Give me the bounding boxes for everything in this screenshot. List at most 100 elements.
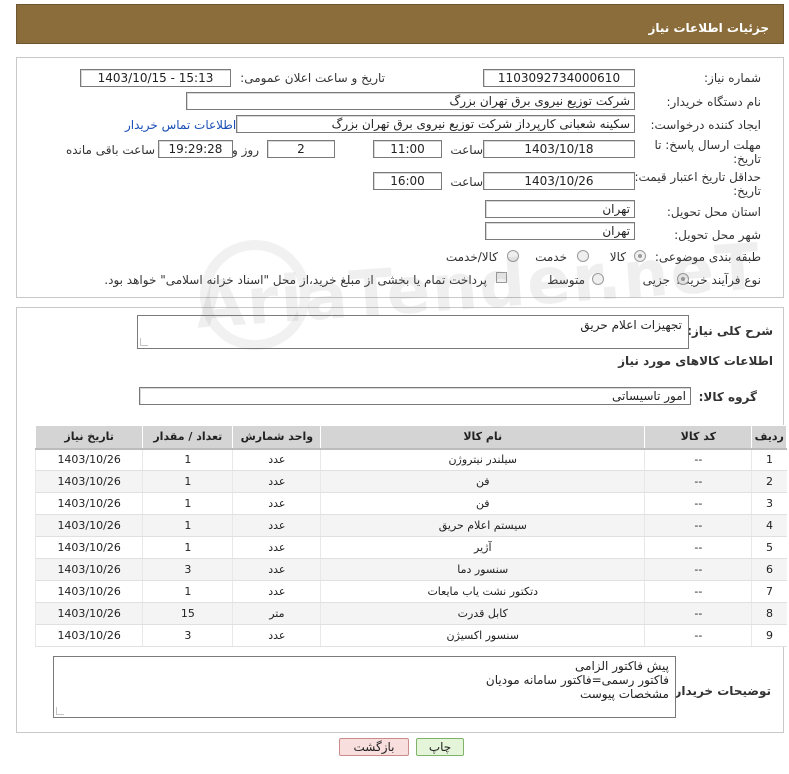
category-option-goods: کالا bbox=[609, 250, 626, 264]
category-option-goods-service: کالا/خدمت bbox=[445, 250, 498, 264]
cell-code: -- bbox=[644, 602, 752, 625]
requester-label: ایجاد کننده درخواست: bbox=[650, 118, 761, 132]
buyer-contact-link[interactable]: اطلاعات تماس خریدار bbox=[125, 118, 236, 132]
need-info-panel: شماره نیاز: 1103092734000610 تاریخ و ساع… bbox=[16, 57, 784, 298]
table-row: 1 -- سیلندر نیتروژن عدد 1 1403/10/26 bbox=[34, 448, 787, 471]
resize-grip-icon[interactable] bbox=[56, 707, 64, 715]
summary-text: تجهیزات اعلام حریق bbox=[580, 318, 682, 332]
process-option-partial: جزیی bbox=[642, 273, 670, 287]
cell-quantity: 1 bbox=[142, 470, 233, 493]
col-quantity: تعداد / مقدار bbox=[142, 425, 234, 450]
days-label: روز و bbox=[232, 143, 259, 157]
cell-quantity: 1 bbox=[142, 448, 233, 471]
table-row: 5 -- آژیر عدد 1 1403/10/26 bbox=[34, 536, 787, 559]
cell-unit: عدد bbox=[232, 624, 321, 647]
process-option-medium: متوسط bbox=[547, 273, 585, 287]
table-row: 7 -- دتکتور نشت یاب مایعات عدد 1 1403/10… bbox=[34, 580, 787, 603]
reply-time-field: 11:00 bbox=[373, 140, 442, 158]
cell-name: فن bbox=[320, 492, 645, 515]
cell-date: 1403/10/26 bbox=[34, 558, 143, 581]
cell-unit: متر bbox=[232, 602, 321, 625]
table-row: 6 -- سنسور دما عدد 3 1403/10/26 bbox=[34, 558, 787, 581]
reply-time-label: ساعت bbox=[450, 143, 483, 157]
cell-code: -- bbox=[644, 536, 752, 559]
cell-code: -- bbox=[644, 492, 752, 515]
cell-unit: عدد bbox=[232, 470, 321, 493]
cell-row: 9 bbox=[751, 624, 787, 647]
need-number-field: 1103092734000610 bbox=[483, 69, 635, 87]
requester-field: سکینه شعبانی کارپرداز شرکت توزیع نیروی ب… bbox=[236, 115, 635, 133]
back-button[interactable]: بازگشت bbox=[339, 738, 409, 756]
col-row: ردیف bbox=[751, 425, 787, 450]
category-radio-goods[interactable] bbox=[634, 250, 646, 262]
col-name: نام کالا bbox=[320, 425, 646, 450]
cell-row: 4 bbox=[751, 514, 787, 537]
category-radio-service[interactable] bbox=[577, 250, 589, 262]
cell-quantity: 1 bbox=[142, 492, 233, 515]
buyer-org-field: شرکت توزیع نیروی برق تهران بزرگ bbox=[186, 92, 635, 110]
items-heading: اطلاعات کالاهای مورد نیاز bbox=[618, 354, 773, 368]
announce-label: تاریخ و ساعت اعلان عمومی: bbox=[240, 71, 385, 85]
cell-name: سیلندر نیتروژن bbox=[320, 448, 645, 471]
cell-name: دتکتور نشت یاب مایعات bbox=[320, 580, 645, 603]
payment-note: پرداخت تمام یا بخشی از مبلغ خرید،از محل … bbox=[104, 273, 487, 287]
col-date: تاریخ نیاز bbox=[34, 425, 144, 450]
buyer-notes-line: فاکتور رسمی=فاکتور سامانه مودیان bbox=[485, 673, 669, 687]
cell-quantity: 1 bbox=[142, 536, 233, 559]
city-label: شهر محل تحویل: bbox=[674, 228, 761, 242]
cell-row: 1 bbox=[751, 448, 787, 471]
col-code: کد کالا bbox=[644, 425, 753, 450]
buyer-org-label: نام دستگاه خریدار: bbox=[666, 95, 762, 109]
cell-quantity: 3 bbox=[142, 558, 233, 581]
buyer-notes-line: پیش فاکتور الزامی bbox=[575, 659, 669, 673]
category-label: طبقه بندی موضوعی: bbox=[654, 250, 761, 264]
reply-date-field: 1403/10/18 bbox=[483, 140, 635, 158]
print-button[interactable]: چاپ bbox=[416, 738, 464, 756]
city-field: تهران bbox=[485, 222, 635, 240]
group-label: گروه کالا: bbox=[698, 390, 757, 404]
group-field: امور تاسیساتی bbox=[139, 387, 691, 405]
cell-name: کابل قدرت bbox=[320, 602, 645, 625]
cell-name: سنسور دما bbox=[320, 558, 645, 581]
table-row: 4 -- سیستم اعلام حریق عدد 1 1403/10/26 bbox=[34, 514, 787, 537]
remaining-label: ساعت باقی مانده bbox=[65, 143, 155, 157]
table-row: 2 -- فن عدد 1 1403/10/26 bbox=[34, 470, 787, 493]
treasury-checkbox[interactable] bbox=[496, 272, 507, 283]
table-row: 9 -- سنسور اکسیژن عدد 3 1403/10/26 bbox=[34, 624, 787, 647]
remaining-time-field: 19:29:28 bbox=[158, 140, 233, 158]
cell-name: آژیر bbox=[320, 536, 645, 559]
cell-code: -- bbox=[644, 624, 752, 647]
cell-unit: عدد bbox=[232, 492, 321, 515]
process-radio-medium[interactable] bbox=[592, 273, 604, 285]
cell-unit: عدد bbox=[232, 514, 321, 537]
cell-row: 2 bbox=[751, 470, 787, 493]
province-label: استان محل تحویل: bbox=[666, 205, 761, 219]
cell-unit: عدد bbox=[232, 558, 321, 581]
table-row: 8 -- کابل قدرت متر 15 1403/10/26 bbox=[34, 602, 787, 625]
cell-date: 1403/10/26 bbox=[34, 514, 143, 537]
cell-quantity: 1 bbox=[142, 580, 233, 603]
resize-grip-icon[interactable] bbox=[140, 338, 148, 346]
cell-unit: عدد bbox=[232, 580, 321, 603]
price-validity-label: حداقل تاریخ اعتبار قیمت: تا bbox=[623, 170, 761, 184]
cell-date: 1403/10/26 bbox=[34, 470, 143, 493]
col-unit: واحد شمارش bbox=[232, 425, 322, 450]
cell-name: سیستم اعلام حریق bbox=[320, 514, 645, 537]
price-date-field: 1403/10/26 bbox=[483, 172, 635, 190]
cell-name: سنسور اکسیژن bbox=[320, 624, 645, 647]
cell-date: 1403/10/26 bbox=[34, 624, 143, 647]
category-radio-goods-service[interactable] bbox=[507, 250, 519, 262]
table-row: 3 -- فن عدد 1 1403/10/26 bbox=[34, 492, 787, 515]
cell-code: -- bbox=[644, 558, 752, 581]
process-radio-partial[interactable] bbox=[677, 273, 689, 285]
buyer-notes-label: توضیحات خریدار: bbox=[669, 684, 771, 698]
cell-date: 1403/10/26 bbox=[34, 602, 143, 625]
cell-row: 8 bbox=[751, 602, 787, 625]
cell-unit: عدد bbox=[232, 448, 321, 471]
cell-row: 5 bbox=[751, 536, 787, 559]
page-title: جزئیات اطلاعات نیاز bbox=[648, 21, 769, 35]
cell-quantity: 1 bbox=[142, 514, 233, 537]
cell-code: -- bbox=[644, 514, 752, 537]
summary-textarea[interactable]: تجهیزات اعلام حریق bbox=[137, 315, 689, 349]
buyer-notes-textarea[interactable]: پیش فاکتور الزامی فاکتور رسمی=فاکتور سام… bbox=[53, 656, 676, 718]
